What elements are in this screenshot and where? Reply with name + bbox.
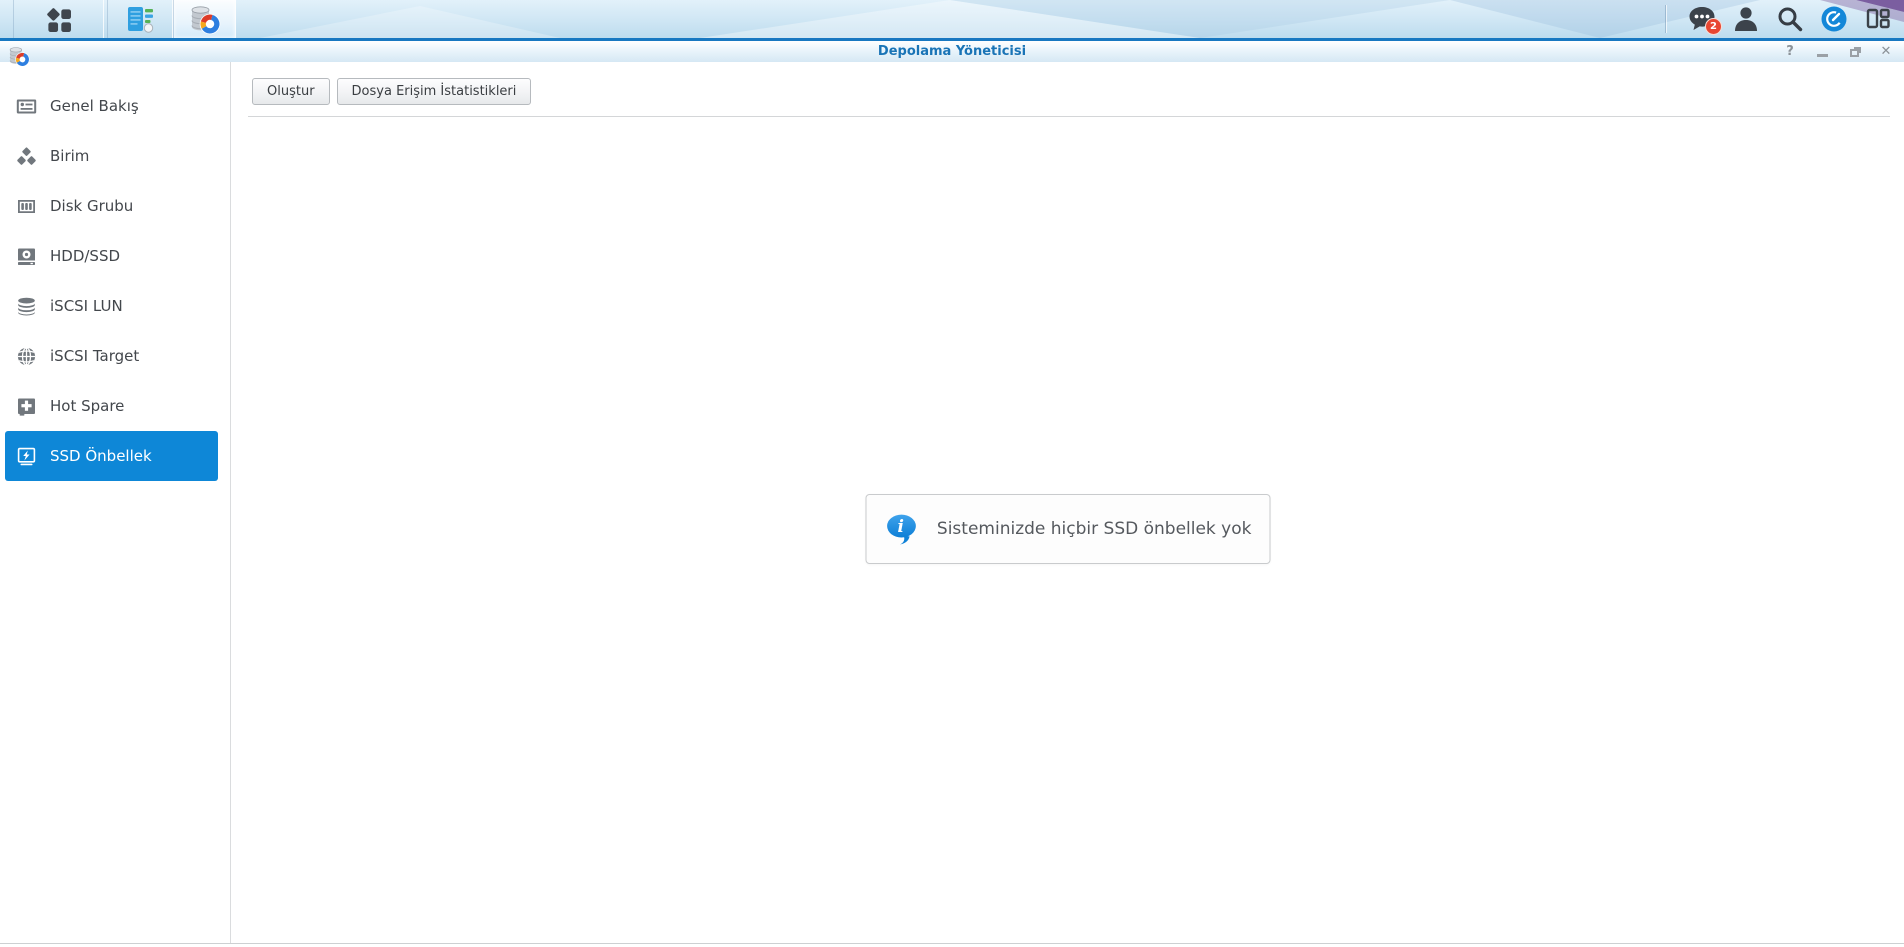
sidebar: Genel Bakış Birim Disk Grubu HDD/SSD iSC…: [0, 62, 231, 943]
main-content: Oluştur Dosya Erişim İstatistikleri i Si…: [232, 62, 1904, 943]
taskbar: 2: [0, 0, 1904, 41]
taskbar-app-control-panel[interactable]: [107, 0, 173, 38]
window-app-icon: [9, 47, 30, 67]
storage-manager-app-icon: [191, 6, 220, 35]
window-titlebar: Depolama Yöneticisi ? ✕: [0, 41, 1904, 62]
window-controls: ? ✕: [1782, 41, 1894, 62]
sidebar-item-disk-group[interactable]: Disk Grubu: [0, 181, 230, 231]
pilot-view-button[interactable]: [1812, 0, 1856, 38]
hot-spare-icon: [16, 396, 37, 417]
tray-separator: [1665, 5, 1666, 33]
widgets-button[interactable]: [1856, 0, 1900, 38]
file-access-statistics-button[interactable]: Dosya Erişim İstatistikleri: [336, 78, 532, 105]
overview-icon: [16, 96, 37, 117]
toolbar-separator: [248, 116, 1890, 117]
control-panel-app-icon: [128, 7, 154, 33]
sidebar-item-hdd-ssd[interactable]: HDD/SSD: [0, 231, 230, 281]
volume-icon: [16, 146, 37, 167]
sidebar-item-label: SSD Önbellek: [50, 447, 152, 465]
search-button[interactable]: [1768, 0, 1812, 38]
iscsi-target-icon: [16, 346, 37, 367]
pilot-view-icon: [1821, 6, 1847, 32]
minimize-icon: [1816, 53, 1828, 57]
svg-text:i: i: [898, 517, 904, 537]
search-icon: [1778, 7, 1803, 32]
sidebar-item-ssd-cache[interactable]: SSD Önbellek: [5, 431, 218, 481]
user-icon: [1735, 7, 1757, 31]
sidebar-item-iscsi-lun[interactable]: iSCSI LUN: [0, 281, 230, 331]
sidebar-item-label: iSCSI LUN: [50, 297, 123, 315]
iscsi-lun-icon: [16, 296, 37, 317]
sidebar-item-label: Genel Bakış: [50, 97, 139, 115]
sidebar-item-volume[interactable]: Birim: [0, 131, 230, 181]
desktop: 2 Depolama Yöneticisi ? ✕ Genel Bakış Bi…: [0, 0, 1904, 947]
create-button[interactable]: Oluştur: [252, 78, 330, 105]
sidebar-item-iscsi-target[interactable]: iSCSI Target: [0, 331, 230, 381]
restore-button[interactable]: [1846, 44, 1862, 60]
empty-state-message: Sisteminizde hiçbir SSD önbellek yok: [936, 519, 1252, 539]
toolbar: Oluştur Dosya Erişim İstatistikleri: [232, 62, 1904, 105]
sidebar-item-label: HDD/SSD: [50, 247, 121, 265]
sidebar-item-label: Hot Spare: [50, 397, 125, 415]
storage-manager-window: Depolama Yöneticisi ? ✕ Genel Bakış Biri…: [0, 41, 1904, 947]
sidebar-item-label: Birim: [50, 147, 90, 165]
window-body: Genel Bakış Birim Disk Grubu HDD/SSD iSC…: [0, 62, 1904, 944]
notifications-button[interactable]: 2: [1680, 0, 1724, 38]
disk-group-icon: [16, 196, 37, 217]
hdd-ssd-icon: [16, 246, 37, 267]
sidebar-item-label: iSCSI Target: [50, 347, 140, 365]
notification-badge: 2: [1705, 18, 1722, 35]
empty-state-box: i Sisteminizde hiçbir SSD önbellek yok: [865, 494, 1271, 564]
taskbar-tray: 2: [1665, 0, 1904, 38]
help-button[interactable]: ?: [1782, 44, 1798, 60]
user-menu-button[interactable]: [1724, 0, 1768, 38]
close-button[interactable]: ✕: [1878, 44, 1894, 60]
widgets-icon: [1866, 8, 1890, 29]
window-title: Depolama Yöneticisi: [877, 44, 1027, 59]
ssd-cache-icon: [16, 446, 37, 467]
taskbar-wallpaper-facets: [260, 0, 1904, 38]
main-menu-button[interactable]: [13, 0, 104, 38]
sidebar-item-label: Disk Grubu: [50, 197, 134, 215]
minimize-button[interactable]: [1814, 44, 1830, 60]
sidebar-item-overview[interactable]: Genel Bakış: [0, 81, 230, 131]
taskbar-app-storage-manager[interactable]: [173, 0, 236, 38]
main-menu-grid-icon: [47, 7, 71, 32]
info-bubble-icon: i: [887, 514, 916, 545]
restore-icon: [1849, 49, 1859, 57]
sidebar-item-hot-spare[interactable]: Hot Spare: [0, 381, 230, 431]
